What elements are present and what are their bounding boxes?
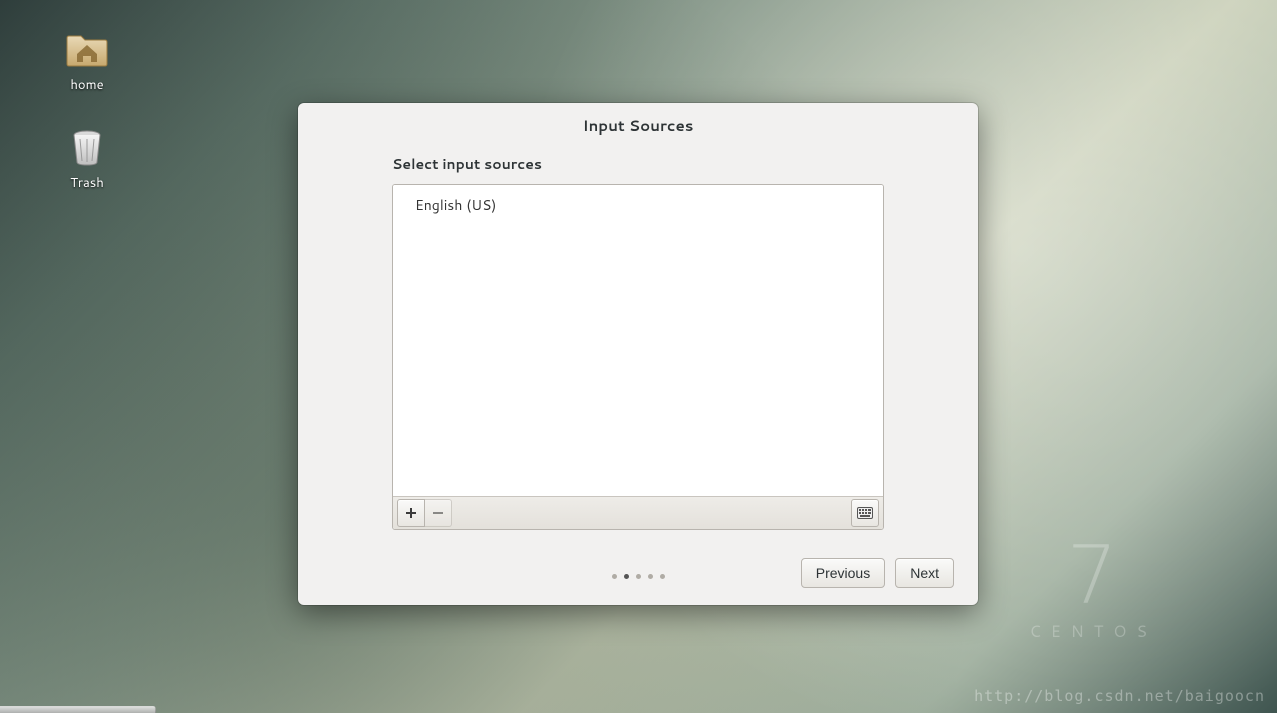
watermark-url: http://blog.csdn.net/baigoocn: [974, 687, 1265, 705]
desktop-icon-home[interactable]: home: [47, 24, 127, 94]
section-label: Select input sources: [392, 154, 884, 174]
dialog-footer: Previous Next: [298, 541, 978, 605]
desktop-icon-home-label: home: [47, 76, 127, 94]
input-sources-dialog: Input Sources Select input sources Engli…: [298, 103, 978, 605]
desktop-background: home Trash 7 CENTOS http://blo: [0, 0, 1277, 713]
input-source-frame: English (US): [392, 184, 884, 530]
previous-button[interactable]: Previous: [801, 558, 885, 588]
desktop-icon-trash-label: Trash: [47, 174, 127, 192]
dialog-body: Select input sources English (US): [298, 154, 978, 541]
desktop-icon-trash[interactable]: Trash: [47, 122, 127, 192]
minus-icon: [431, 506, 445, 520]
keyboard-icon: [857, 507, 873, 519]
add-source-button[interactable]: [397, 499, 425, 527]
os-version: 7: [1029, 536, 1157, 616]
folder-home-icon: [63, 24, 111, 72]
input-source-toolbar: [393, 496, 883, 529]
input-source-list[interactable]: English (US): [393, 185, 883, 496]
plus-icon: [404, 506, 418, 520]
dialog-title: Input Sources: [298, 103, 978, 154]
remove-source-button[interactable]: [425, 499, 452, 527]
os-brand: 7 CENTOS: [1029, 536, 1157, 643]
taskbar[interactable]: [0, 706, 156, 713]
os-name: CENTOS: [1029, 620, 1157, 643]
trash-icon: [63, 122, 111, 170]
show-keyboard-layout-button[interactable]: [851, 499, 879, 527]
input-source-item[interactable]: English (US): [393, 185, 883, 225]
next-button[interactable]: Next: [895, 558, 954, 588]
